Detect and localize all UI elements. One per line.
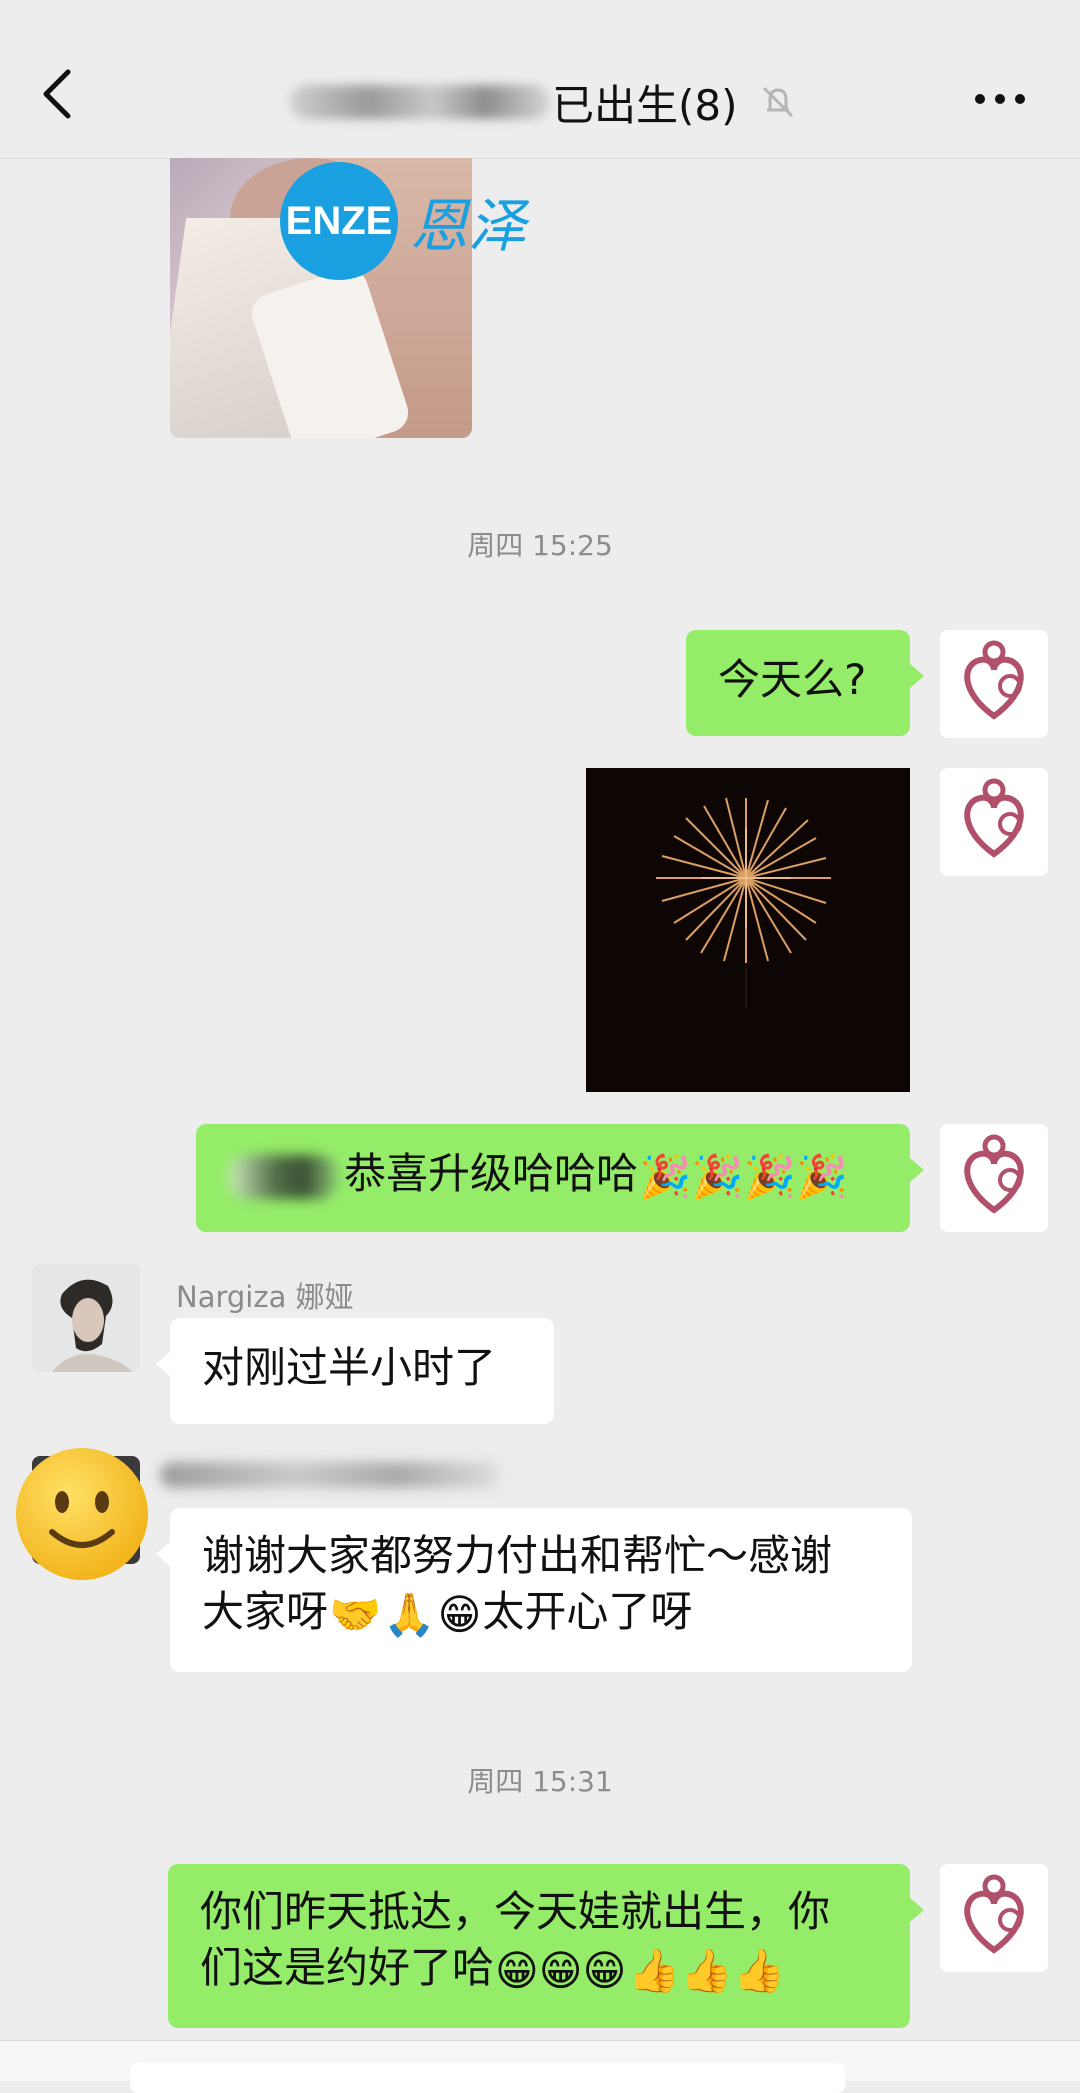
image-message-fireworks[interactable] [586,768,910,1092]
more-button[interactable] [970,84,1030,114]
message-bubble-mine[interactable]: 你们昨天抵达，今天娃就出生，你 们这是约好了哈😁😁😁👍👍👍 [168,1864,924,2028]
enze-watermark: ENZE 恩泽 [280,162,526,280]
folded-hands-icon: 🙏 [383,1589,436,1639]
input-bar [0,2040,1080,2093]
enze-logo: ENZE [280,162,398,280]
avatar[interactable] [940,630,1048,738]
chat-header: 已出生(8) [0,14,1080,159]
message-text: 今天么? [718,655,867,704]
enze-cn-text: 恩泽 [410,192,527,260]
redacted-group-name [290,85,550,119]
heart-mother-baby-icon [964,1134,1024,1214]
sender-name: Nargiza 娜娅 [176,1280,354,1314]
grinning-face-icon: 😁 [437,1589,482,1639]
party-popper-icon: 🎉🎉🎉🎉 [639,1151,849,1201]
handshake-icon: 🤝 [329,1589,382,1639]
timestamp: 周四 15:25 [467,529,613,562]
redacted-mention [228,1154,338,1199]
message-input[interactable] [130,2063,845,2093]
portrait-avatar [32,1264,140,1372]
message-text: 们这是约好了哈 [200,1943,495,1992]
message-text-line-1: 谢谢大家都努力付出和帮忙～感谢 [202,1531,833,1580]
redacted-sender-name [160,1462,500,1488]
chevron-left-icon [43,69,71,119]
chat-title[interactable]: 已出生(8) [290,72,798,132]
heart-mother-baby-icon [964,778,1024,858]
fireworks-image [656,797,831,1008]
message-text: 大家呀 [202,1587,329,1636]
smiley-face-icon [16,1448,148,1580]
chat-title-text: 已出生(8) [552,80,738,130]
timestamp: 周四 15:31 [467,1765,613,1798]
more-dots-icon [975,94,1025,104]
message-text: 对刚过半小时了 [202,1343,497,1392]
message-text-line-1: 你们昨天抵达，今天娃就出生，你 [200,1887,831,1936]
message-bubble-other[interactable]: 谢谢大家都努力付出和帮忙～感谢 大家呀🤝🙏😁太开心了呀 [156,1508,912,1672]
back-button[interactable] [30,64,90,124]
heart-mother-baby-icon [964,640,1024,720]
message-bubble-mine[interactable]: 今天么? [686,630,924,736]
message-text-line-2: 大家呀🤝🙏😁太开心了呀 [202,1584,880,1643]
avatar[interactable] [940,1124,1048,1232]
message-bubble-mine[interactable]: 恭喜升级哈哈哈🎉🎉🎉🎉 [196,1124,924,1232]
message-text: 太开心了呀 [482,1587,693,1636]
bell-muted-icon [762,86,793,118]
status-bar [0,0,1080,14]
avatar[interactable] [940,1864,1048,1972]
thumbs-up-icon: 👍👍👍 [628,1945,786,1995]
avatar[interactable] [32,1264,140,1372]
message-bubble-other[interactable]: 对刚过半小时了 [156,1318,554,1424]
grinning-face-icon: 😁😁😁 [495,1945,627,1995]
heart-mother-baby-icon [964,1874,1024,1954]
avatar[interactable] [940,768,1048,876]
message-text-line-2: 们这是约好了哈😁😁😁👍👍👍 [200,1940,878,1999]
message-text: 恭喜升级哈哈哈 [344,1149,639,1198]
